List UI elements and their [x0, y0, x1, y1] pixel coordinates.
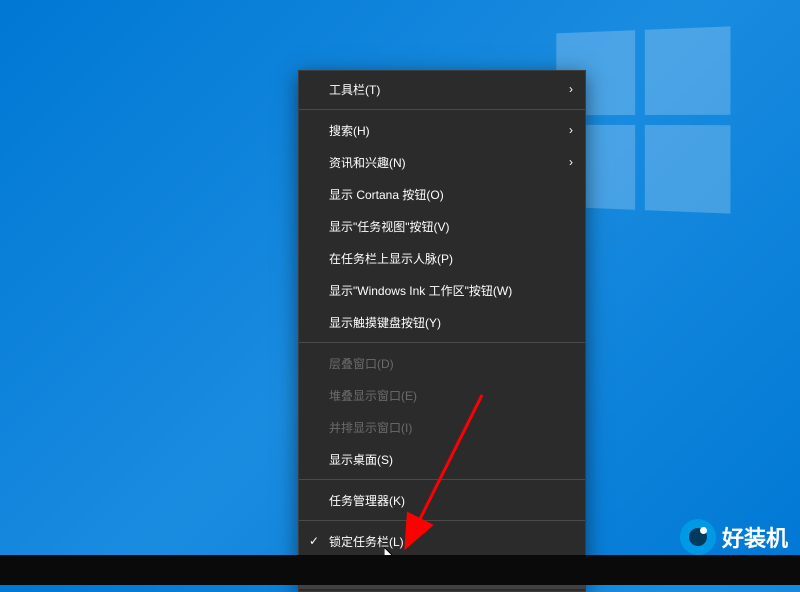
menu-item-cascade-windows: 层叠窗口(D) [299, 347, 585, 379]
menu-label: 堆叠显示窗口(E) [329, 387, 573, 404]
menu-item-side-by-side: 并排显示窗口(I) [299, 411, 585, 443]
chevron-right-icon: › [569, 82, 573, 96]
menu-label: 在任务栏上显示人脉(P) [329, 250, 573, 267]
menu-item-show-people[interactable]: 在任务栏上显示人脉(P) [299, 242, 585, 274]
menu-separator [299, 109, 585, 110]
menu-label: 锁定任务栏(L) [329, 533, 573, 550]
menu-separator [299, 520, 585, 521]
menu-label: 显示触摸键盘按钮(Y) [329, 314, 573, 331]
menu-item-show-windows-ink[interactable]: 显示"Windows Ink 工作区"按钮(W) [299, 274, 585, 306]
menu-label: 资讯和兴趣(N) [329, 154, 569, 171]
brand-text: 好装机 [722, 521, 788, 553]
menu-item-lock-taskbar[interactable]: ✓ 锁定任务栏(L) [299, 525, 585, 557]
menu-label: 工具栏(T) [329, 81, 569, 98]
menu-item-news-interests[interactable]: 资讯和兴趣(N) › [299, 146, 585, 178]
menu-label: 层叠窗口(D) [329, 355, 573, 372]
menu-label: 显示 Cortana 按钮(O) [329, 186, 573, 203]
menu-label: 并排显示窗口(I) [329, 419, 573, 436]
menu-item-search[interactable]: 搜索(H) › [299, 114, 585, 146]
menu-item-stack-windows: 堆叠显示窗口(E) [299, 379, 585, 411]
brand-eye-icon [680, 519, 716, 555]
taskbar-context-menu: 工具栏(T) › 搜索(H) › 资讯和兴趣(N) › 显示 Cortana 按… [298, 70, 586, 592]
menu-item-show-desktop[interactable]: 显示桌面(S) [299, 443, 585, 475]
chevron-right-icon: › [569, 123, 573, 137]
menu-label: 显示"Windows Ink 工作区"按钮(W) [329, 282, 573, 299]
checkmark-icon: ✓ [309, 534, 319, 548]
menu-label: 搜索(H) [329, 122, 569, 139]
menu-separator [299, 479, 585, 480]
menu-item-show-task-view[interactable]: 显示"任务视图"按钮(V) [299, 210, 585, 242]
menu-item-toolbars[interactable]: 工具栏(T) › [299, 73, 585, 105]
menu-item-task-manager[interactable]: 任务管理器(K) [299, 484, 585, 516]
menu-item-show-cortana[interactable]: 显示 Cortana 按钮(O) [299, 178, 585, 210]
menu-separator [299, 342, 585, 343]
brand-watermark: 好装机 [680, 519, 788, 555]
chevron-right-icon: › [569, 155, 573, 169]
menu-item-show-touch-keyboard[interactable]: 显示触摸键盘按钮(Y) [299, 306, 585, 338]
taskbar[interactable] [0, 555, 800, 585]
menu-label: 显示"任务视图"按钮(V) [329, 218, 573, 235]
menu-label: 任务管理器(K) [329, 492, 573, 509]
menu-label: 显示桌面(S) [329, 451, 573, 468]
